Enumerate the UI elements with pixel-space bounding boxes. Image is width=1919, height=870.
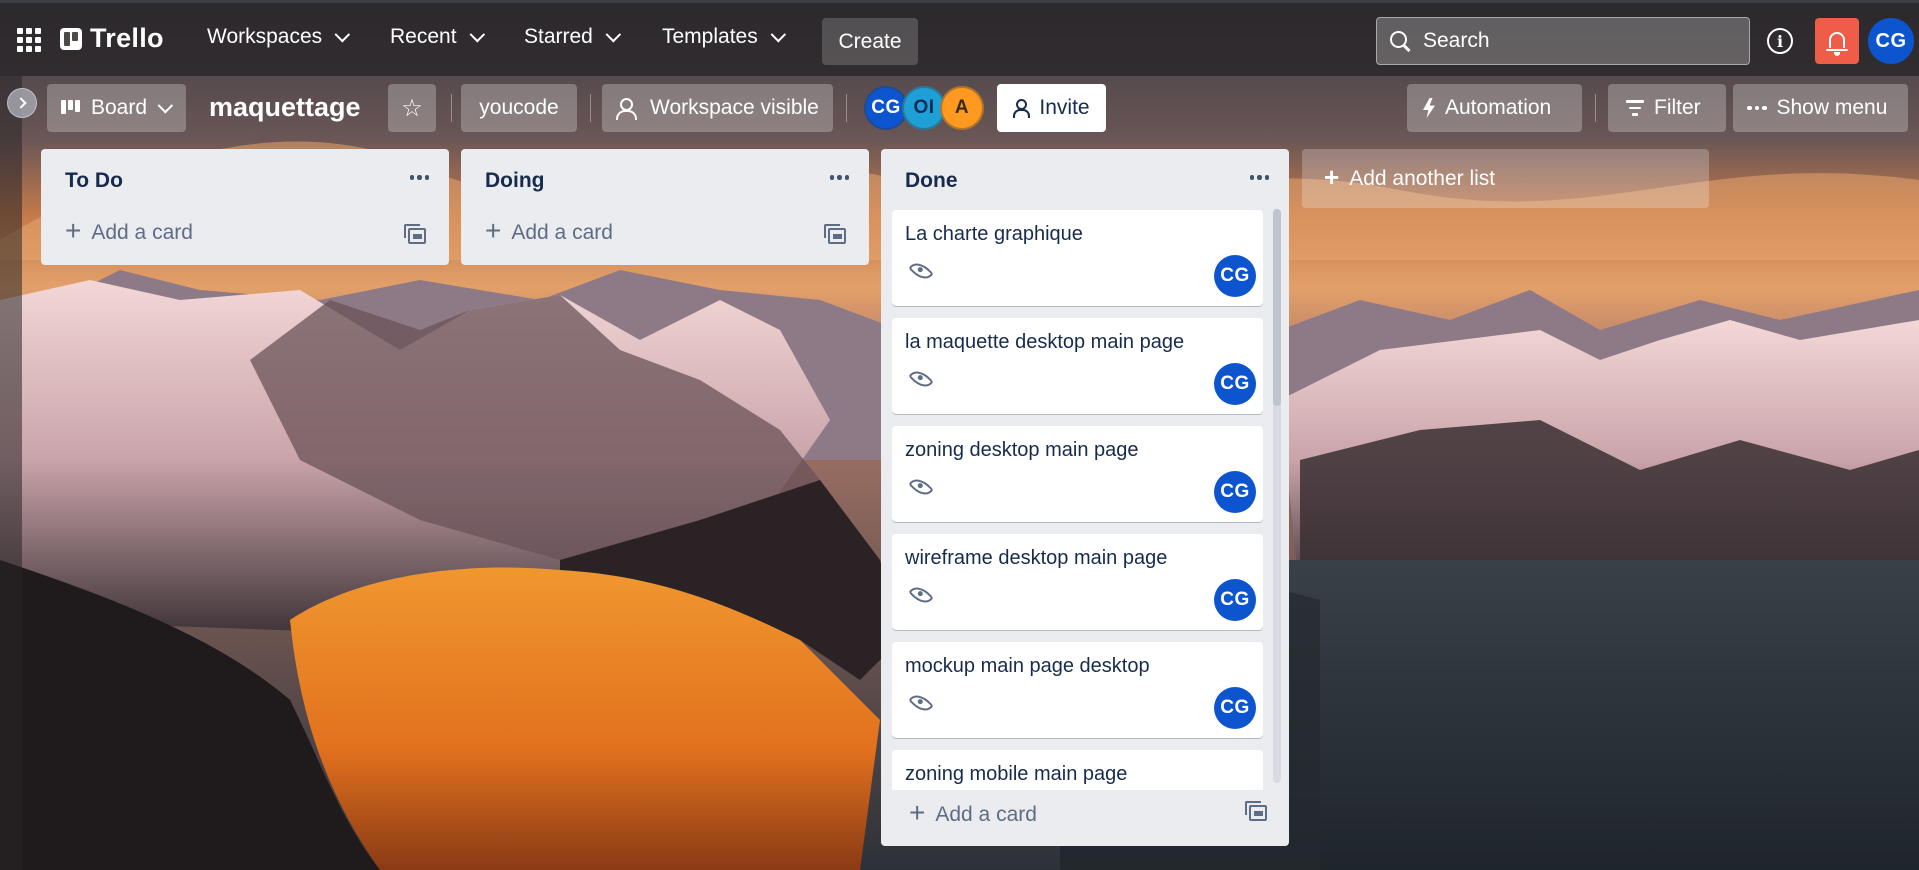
create-button[interactable]: Create [822,18,918,65]
board-members: CG OI A [864,86,984,130]
card-template-icon[interactable] [404,224,426,244]
list-scrollbar[interactable] [1273,209,1281,783]
card-member-avatar[interactable]: CG [1214,579,1256,621]
card[interactable]: la maquette desktop main page CG [892,318,1263,414]
workspace-button[interactable]: youcode [461,84,577,132]
collapsed-sidebar [0,76,22,870]
list-title[interactable]: Done [905,169,958,193]
search-input[interactable] [1423,29,1723,53]
plus-icon: + [485,215,502,246]
board-header: Board maquettage ☆ youcode Workspace vis… [0,76,1919,140]
list-title[interactable]: To Do [65,169,123,193]
invite-button[interactable]: Invite [997,84,1106,132]
eye-icon [908,366,934,392]
list-to-do: To Do + Add a card [41,149,449,265]
header-divider [1595,94,1596,122]
expand-sidebar-button[interactable] [7,88,37,118]
trello-logo[interactable]: Trello [60,23,164,54]
list-done: Done La charte graphique CG la maquette … [881,149,1289,846]
member-avatar[interactable]: A [940,86,984,130]
people-icon [616,98,640,120]
card-template-icon[interactable] [1245,801,1267,821]
eye-icon [908,690,934,716]
automation-button[interactable]: Automation [1407,84,1582,132]
plus-icon: + [65,215,82,246]
chevron-right-icon [14,97,27,109]
add-card-button[interactable]: + Add a card [909,797,1037,828]
visibility-button[interactable]: Workspace visible [602,84,833,132]
card[interactable]: zoning desktop main page CG [892,426,1263,522]
card[interactable]: mockup main page desktop CG [892,642,1263,738]
board-view-switcher[interactable]: Board [47,84,186,132]
board-view-icon [61,100,81,116]
plus-icon: + [1324,162,1340,192]
header-divider [846,94,847,122]
chevron-down-icon [605,26,621,42]
information-icon[interactable]: i [1767,28,1793,54]
add-card-button[interactable]: + Add a card [485,215,613,246]
header-divider [590,94,591,122]
scrollbar-thumb[interactable] [1273,209,1281,406]
account-avatar[interactable]: CG [1868,18,1914,64]
top-navigation-bar: Trello Workspaces Recent Starred Templat… [0,0,1919,76]
list-title[interactable]: Doing [485,169,544,193]
filter-icon [1626,100,1644,116]
show-menu-button[interactable]: Show menu [1733,84,1908,132]
star-board-button[interactable]: ☆ [388,84,436,132]
plus-icon: + [909,797,926,828]
card[interactable]: La charte graphique CG [892,210,1263,306]
list-actions-menu[interactable] [409,175,429,180]
more-horizontal-icon [1249,175,1269,180]
header-divider [451,94,452,122]
list-actions-menu[interactable] [1249,175,1269,180]
workspaces-menu[interactable]: Workspaces [207,25,351,49]
card-member-avatar[interactable]: CG [1214,471,1256,513]
chevron-down-icon [334,26,351,42]
eye-icon [908,258,934,284]
more-horizontal-icon [409,175,429,180]
chevron-down-icon [157,97,174,113]
filter-button[interactable]: Filter [1608,84,1726,132]
list-actions-menu[interactable] [829,175,849,180]
more-horizontal-icon [829,175,849,180]
add-person-icon [1013,99,1031,118]
eye-icon [908,582,934,608]
star-icon: ☆ [401,94,423,122]
recent-menu[interactable]: Recent [390,25,485,49]
search-box[interactable] [1376,17,1750,65]
card-list: La charte graphique CG la maquette deskt… [892,210,1280,790]
bell-icon [1826,32,1848,56]
board-title[interactable]: maquettage [209,92,361,123]
chevron-down-icon [770,26,786,42]
card-member-avatar[interactable]: CG [1214,255,1256,297]
card[interactable]: wireframe desktop main page CG [892,534,1263,630]
chevron-down-icon [469,26,485,42]
search-icon [1389,30,1411,52]
trello-logo-icon [60,27,82,50]
card-member-avatar[interactable]: CG [1214,687,1256,729]
templates-menu[interactable]: Templates [662,25,786,49]
more-horizontal-icon [1747,105,1767,111]
card[interactable]: zoning mobile main page CG [892,750,1263,790]
lightning-bolt-icon [1423,98,1435,118]
card-template-icon[interactable] [824,224,846,244]
starred-menu[interactable]: Starred [524,25,621,49]
notifications-button[interactable] [1815,18,1859,64]
card-member-avatar[interactable]: CG [1214,363,1256,405]
add-card-button[interactable]: + Add a card [65,215,193,246]
list-doing: Doing + Add a card [461,149,869,265]
add-list-button[interactable]: + Add another list [1302,149,1709,208]
app-switcher-grid-icon[interactable] [17,28,41,52]
eye-icon [908,474,934,500]
